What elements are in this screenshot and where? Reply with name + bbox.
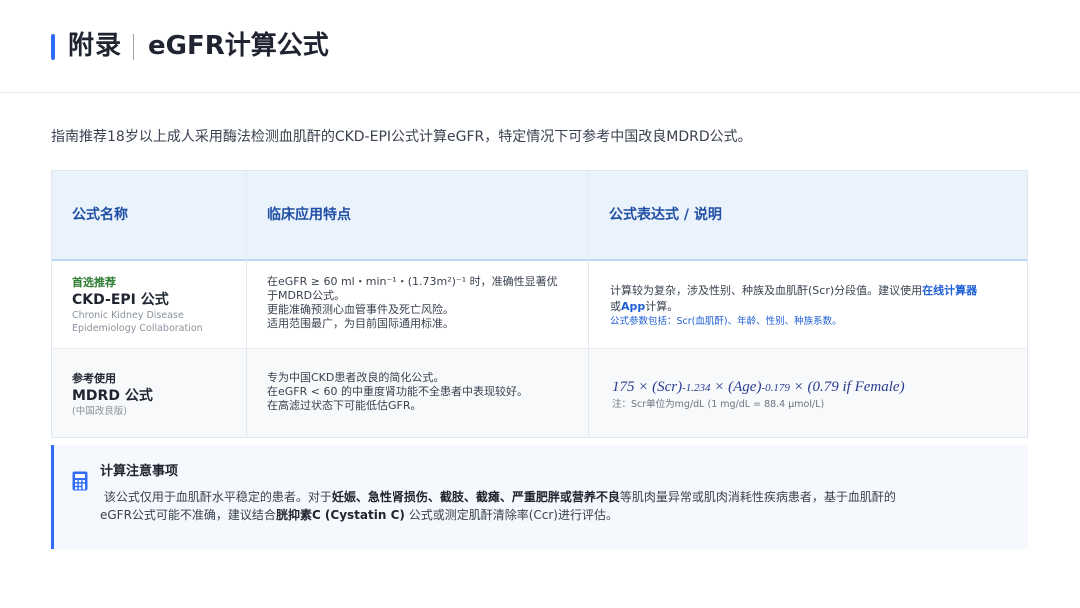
caution-text: 公式或测定肌酐清除率(Ccr)进行评估。 xyxy=(404,508,618,522)
formula-name-cell: 首选推荐 CKD-EPI 公式 Chronic Kidney Disease E… xyxy=(72,275,203,335)
formula-exponent: -0.179 xyxy=(761,382,790,394)
explanation-text: 计算较为复杂，涉及性别、种族及血肌酐(Scr)分段值。建议使用在线计算器或App… xyxy=(610,283,1010,315)
table-row: 参考使用 MDRD 公式 (中国改良版) 专为中国CKD患者改良的简化公式。 在… xyxy=(52,349,1027,437)
online-calculator-link[interactable]: 在线计算器 xyxy=(922,284,977,297)
recommended-tag: 首选推荐 xyxy=(72,276,116,289)
feature-line: 在eGFR ≥ 60 ml・min⁻¹・(1.73m²)⁻¹ 时，准确性显著优 xyxy=(267,275,558,288)
explanation-part: 计算。 xyxy=(645,300,679,313)
reference-tag: 参考使用 xyxy=(72,372,116,385)
table-header: 公式名称 临床应用特点 公式表达式 / 说明 xyxy=(52,171,1027,261)
column-divider xyxy=(246,171,247,437)
params-note: 公式参数包括：Scr(血肌酐)、年龄、性别、种族系数。 xyxy=(610,316,842,327)
feature-line: 在高滤过状态下可能低估GFR。 xyxy=(267,399,422,412)
formula-table: 公式名称 临床应用特点 公式表达式 / 说明 首选推荐 CKD-EPI 公式 C… xyxy=(51,170,1028,438)
feature-line: 更能准确预测心血管事件及死亡风险。 xyxy=(267,303,454,316)
caution-emphasis: 胱抑素C (Cystatin C) xyxy=(275,508,405,522)
formula-name: CKD-EPI 公式 xyxy=(72,292,169,308)
title-accent-bar xyxy=(51,34,55,60)
caution-text: eGFR公式可能不准确，建议结合 xyxy=(100,508,276,522)
calculator-icon xyxy=(72,471,88,491)
formula-part: × (0.79 if Female) xyxy=(789,379,905,395)
page-header: 附录 eGFR计算公式 xyxy=(0,0,1080,93)
page-title: 附录 xyxy=(68,31,123,61)
expression-cell: 175 × (Scr)-1.234 × (Age)-0.179 × (0.79 … xyxy=(612,377,1012,411)
features-cell: 在eGFR ≥ 60 ml・min⁻¹・(1.73m²)⁻¹ 时，准确性显著优 … xyxy=(267,275,587,331)
caution-emphasis: 妊娠、急性肾损伤、截肢、截瘫、严重肥胖或营养不良 xyxy=(331,490,620,504)
column-divider xyxy=(588,171,589,437)
mdrd-formula: 175 × (Scr)-1.234 × (Age)-0.179 × (0.79 … xyxy=(612,377,1012,398)
formula-name-cell: 参考使用 MDRD 公式 (中国改良版) xyxy=(72,371,153,418)
header-expression: 公式表达式 / 说明 xyxy=(609,207,722,223)
expression-cell: 计算较为复杂，涉及性别、种族及血肌酐(Scr)分段值。建议使用在线计算器或App… xyxy=(610,283,1010,329)
app-link[interactable]: App xyxy=(621,300,645,313)
title-divider xyxy=(133,34,134,60)
caution-text: 该公式仅用于血肌酐水平稳定的患者。对于 xyxy=(103,490,332,504)
caution-box: 计算注意事项 该公式仅用于血肌酐水平稳定的患者。对于妊娠、急性肾损伤、截肢、截瘫… xyxy=(51,445,1028,549)
feature-line: 于MDRD公式。 xyxy=(267,289,346,302)
header-clinical-features: 临床应用特点 xyxy=(267,207,351,223)
formula-fullname-line2: Epidemiology Collaboration xyxy=(72,323,203,334)
formula-variant: (中国改良版) xyxy=(72,406,127,417)
formula-fullname-line1: Chronic Kidney Disease xyxy=(72,310,184,321)
formula-part: × (Age) xyxy=(710,379,762,395)
feature-line: 专为中国CKD患者改良的简化公式。 xyxy=(267,371,445,384)
formula-exponent: -1.234 xyxy=(682,382,711,394)
feature-line: 在eGFR < 60 的中重度肾功能不全患者中表现较好。 xyxy=(267,385,528,398)
feature-line: 适用范围最广，为目前国际通用标准。 xyxy=(267,317,454,330)
intro-text: 指南推荐18岁以上成人采用酶法检测血肌酐的CKD-EPI公式计算eGFR，特定情… xyxy=(51,129,752,145)
header-formula-name: 公式名称 xyxy=(72,207,128,223)
explanation-part: 或 xyxy=(610,300,621,313)
features-cell: 专为中国CKD患者改良的简化公式。 在eGFR < 60 的中重度肾功能不全患者… xyxy=(267,371,587,413)
page-subtitle: eGFR计算公式 xyxy=(148,31,329,61)
formula-name: MDRD 公式 xyxy=(72,388,153,404)
explanation-part: 计算较为复杂，涉及性别、种族及血肌酐(Scr)分段值。建议使用 xyxy=(610,284,923,297)
formula-part: 175 × (Scr) xyxy=(612,379,683,395)
caution-text: 等肌肉量异常或肌肉消耗性疾病患者，基于血肌酐的 xyxy=(619,490,896,504)
unit-note: 注：Scr单位为mg/dL (1 mg/dL = 88.4 μmol/L) xyxy=(612,399,825,410)
caution-title: 计算注意事项 xyxy=(100,464,179,479)
caution-body: 该公式仅用于血肌酐水平稳定的患者。对于妊娠、急性肾损伤、截肢、截瘫、严重肥胖或营… xyxy=(100,488,1010,524)
table-row: 首选推荐 CKD-EPI 公式 Chronic Kidney Disease E… xyxy=(52,261,1027,349)
